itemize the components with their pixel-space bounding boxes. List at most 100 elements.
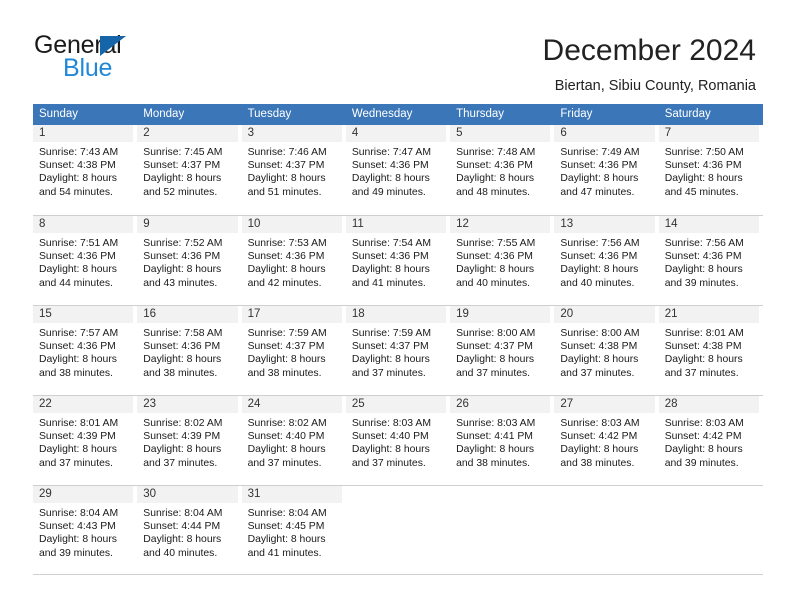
daynum-band: 10 xyxy=(241,216,342,233)
general-blue-logo[interactable]: General Blue xyxy=(34,32,244,88)
day-number: 13 xyxy=(560,218,574,230)
sunrise-text: Sunrise: 7:59 AM xyxy=(247,328,327,339)
day-cell[interactable]: 15 Sunrise: 7:57 AM Sunset: 4:36 PM Dayligh… xyxy=(33,306,137,395)
day-info: Sunrise: 8:04 AM Sunset: 4:43 PM Daylight:… xyxy=(33,503,133,560)
daylight-text-line1: Daylight: 8 hours xyxy=(351,444,430,456)
daylight-text-line2: and 40 minutes. xyxy=(143,547,218,559)
day-cell[interactable]: 10 Sunrise: 7:53 AM Sunset: 4:36 PM Dayligh… xyxy=(241,216,346,305)
day-cell[interactable]: 18 Sunrise: 7:59 AM Sunset: 4:37 PM Dayligh… xyxy=(345,306,450,395)
day-cell[interactable]: 4 Sunrise: 7:47 AM Sunset: 4:36 PM Daylight… xyxy=(345,125,450,215)
calendar-grid: Sunday Monday Tuesday Wednesday Thursday… xyxy=(33,104,763,575)
day-info: Sunrise: 7:57 AM Sunset: 4:36 PM Daylight:… xyxy=(33,323,133,380)
daylight-text-line1: Daylight: 8 hours xyxy=(560,354,639,366)
day-cell[interactable]: 12 Sunrise: 7:55 AM Sunset: 4:36 PM Dayligh… xyxy=(450,216,554,305)
sunrise-text: Sunrise: 8:00 AM xyxy=(456,328,536,339)
sunrise-text: Sunrise: 7:50 AM xyxy=(664,147,744,158)
day-cell[interactable]: 22 Sunrise: 8:01 AM Sunset: 4:39 PM Dayligh… xyxy=(33,396,137,485)
day-cell[interactable]: 26 Sunrise: 8:03 AM Sunset: 4:41 PM Dayligh… xyxy=(450,396,554,485)
daylight-text-line2: and 40 minutes. xyxy=(560,277,635,289)
sunset-text: Sunset: 4:36 PM xyxy=(39,251,116,263)
daynum-band: 13 xyxy=(554,216,655,233)
day-cell[interactable]: 2 Sunrise: 7:45 AM Sunset: 4:37 PM Daylight… xyxy=(137,125,241,215)
day-cell[interactable]: 21 Sunrise: 8:01 AM Sunset: 4:38 PM Dayligh… xyxy=(658,306,763,395)
daynum-band: 23 xyxy=(137,396,238,413)
day-cell[interactable]: 9 Sunrise: 7:52 AM Sunset: 4:36 PM Daylight… xyxy=(137,216,241,305)
sunrise-text: Sunrise: 8:04 AM xyxy=(39,508,119,519)
daylight-text-line2: and 37 minutes. xyxy=(456,367,531,379)
day-cell-empty xyxy=(450,486,554,574)
sunset-text: Sunset: 4:36 PM xyxy=(143,251,221,263)
daylight-text-line2: and 37 minutes. xyxy=(351,367,426,379)
day-cell[interactable]: 17 Sunrise: 7:59 AM Sunset: 4:37 PM Dayligh… xyxy=(241,306,346,395)
sunrise-text: Sunrise: 7:54 AM xyxy=(351,238,431,249)
calendar-page: General Blue December 2024 Biertan, Sibi… xyxy=(0,0,792,612)
day-cell[interactable]: 13 Sunrise: 7:56 AM Sunset: 4:36 PM Dayligh… xyxy=(554,216,658,305)
day-number: 25 xyxy=(351,398,365,410)
day-info: Sunrise: 7:54 AM Sunset: 4:36 PM Daylight:… xyxy=(346,233,446,290)
logo-triangle-icon xyxy=(100,36,126,56)
daylight-text-line1: Daylight: 8 hours xyxy=(560,444,639,456)
daylight-text-line2: and 37 minutes. xyxy=(560,367,635,379)
day-number: 17 xyxy=(247,308,261,320)
day-cell[interactable]: 1 Sunrise: 7:43 AM Sunset: 4:38 PM Daylight… xyxy=(33,125,137,215)
day-cell[interactable]: 31 Sunrise: 8:04 AM Sunset: 4:45 PM Dayligh… xyxy=(241,486,346,574)
sunset-text: Sunset: 4:42 PM xyxy=(560,431,638,443)
daylight-text-line2: and 37 minutes. xyxy=(664,367,739,379)
day-cell[interactable]: 8 Sunrise: 7:51 AM Sunset: 4:36 PM Daylight… xyxy=(33,216,137,305)
daynum-band: 24 xyxy=(241,396,342,413)
sunset-text: Sunset: 4:38 PM xyxy=(664,341,742,353)
daynum-band: 26 xyxy=(450,396,551,413)
daylight-text-line2: and 47 minutes. xyxy=(560,186,635,198)
day-cell[interactable]: 28 Sunrise: 8:03 AM Sunset: 4:42 PM Dayligh… xyxy=(658,396,763,485)
weekday-header-wednesday: Wednesday xyxy=(351,108,413,120)
sunset-text: Sunset: 4:39 PM xyxy=(143,431,221,443)
day-info: Sunrise: 7:59 AM Sunset: 4:37 PM Daylight:… xyxy=(242,323,342,380)
day-info: Sunrise: 7:58 AM Sunset: 4:36 PM Daylight:… xyxy=(137,323,237,380)
daylight-text-line1: Daylight: 8 hours xyxy=(39,354,117,366)
day-cell[interactable]: 7 Sunrise: 7:50 AM Sunset: 4:36 PM Daylight… xyxy=(658,125,763,215)
sunset-text: Sunset: 4:44 PM xyxy=(143,521,221,533)
day-cell[interactable]: 30 Sunrise: 8:04 AM Sunset: 4:44 PM Dayligh… xyxy=(137,486,241,574)
daynum-band: 16 xyxy=(137,306,238,323)
day-cell[interactable]: 24 Sunrise: 8:02 AM Sunset: 4:40 PM Dayligh… xyxy=(241,396,346,485)
day-cell[interactable]: 14 Sunrise: 7:56 AM Sunset: 4:36 PM Dayligh… xyxy=(658,216,763,305)
day-cell[interactable]: 19 Sunrise: 8:00 AM Sunset: 4:37 PM Dayligh… xyxy=(450,306,554,395)
calendar-week-row: 8 Sunrise: 7:51 AM Sunset: 4:36 PM Daylight… xyxy=(33,215,763,305)
day-cell[interactable]: 16 Sunrise: 7:58 AM Sunset: 4:36 PM Dayligh… xyxy=(137,306,241,395)
day-cell[interactable]: 23 Sunrise: 8:02 AM Sunset: 4:39 PM Dayligh… xyxy=(137,396,241,485)
daynum-band: 21 xyxy=(658,306,759,323)
day-info: Sunrise: 8:03 AM Sunset: 4:42 PM Daylight:… xyxy=(659,413,759,470)
sunrise-text: Sunrise: 8:02 AM xyxy=(247,418,327,429)
sunrise-text: Sunrise: 7:43 AM xyxy=(39,147,119,158)
day-cell[interactable]: 25 Sunrise: 8:03 AM Sunset: 4:40 PM Dayligh… xyxy=(345,396,450,485)
day-info: Sunrise: 8:01 AM Sunset: 4:39 PM Daylight:… xyxy=(33,413,133,470)
day-cell[interactable]: 11 Sunrise: 7:54 AM Sunset: 4:36 PM Dayligh… xyxy=(345,216,450,305)
daynum-band: 15 xyxy=(33,306,134,323)
sunset-text: Sunset: 4:36 PM xyxy=(560,160,638,172)
day-number: 5 xyxy=(456,127,463,139)
daynum-band: 9 xyxy=(137,216,238,233)
day-cell[interactable]: 29 Sunrise: 8:04 AM Sunset: 4:43 PM Dayligh… xyxy=(33,486,137,574)
calendar-week-row: 1 Sunrise: 7:43 AM Sunset: 4:38 PM Daylight… xyxy=(33,125,763,215)
sunrise-text: Sunrise: 8:02 AM xyxy=(143,418,223,429)
day-number: 7 xyxy=(664,127,672,139)
sunrise-text: Sunrise: 7:52 AM xyxy=(143,238,223,249)
calendar-week-row: 22 Sunrise: 8:01 AM Sunset: 4:39 PM Dayligh… xyxy=(33,395,763,485)
day-info: Sunrise: 7:50 AM Sunset: 4:36 PM Daylight:… xyxy=(659,142,759,199)
day-number: 12 xyxy=(456,218,469,230)
day-cell[interactable]: 6 Sunrise: 7:49 AM Sunset: 4:36 PM Daylight… xyxy=(554,125,658,215)
sunrise-text: Sunrise: 7:55 AM xyxy=(456,238,536,249)
day-cell[interactable]: 3 Sunrise: 7:46 AM Sunset: 4:37 PM Daylight… xyxy=(241,125,346,215)
day-number: 6 xyxy=(560,127,567,139)
day-number: 28 xyxy=(664,398,678,410)
day-number: 3 xyxy=(247,127,254,139)
daylight-text-line1: Daylight: 8 hours xyxy=(351,354,430,366)
day-cell[interactable]: 27 Sunrise: 8:03 AM Sunset: 4:42 PM Dayligh… xyxy=(554,396,658,485)
day-number: 1 xyxy=(39,127,46,139)
day-cell[interactable]: 20 Sunrise: 8:00 AM Sunset: 4:38 PM Dayligh… xyxy=(554,306,658,395)
day-number: 31 xyxy=(247,488,261,500)
day-number: 23 xyxy=(143,398,157,410)
sunrise-text: Sunrise: 8:03 AM xyxy=(456,418,536,429)
day-cell[interactable]: 5 Sunrise: 7:48 AM Sunset: 4:36 PM Daylight… xyxy=(450,125,554,215)
daynum-band: 19 xyxy=(450,306,551,323)
